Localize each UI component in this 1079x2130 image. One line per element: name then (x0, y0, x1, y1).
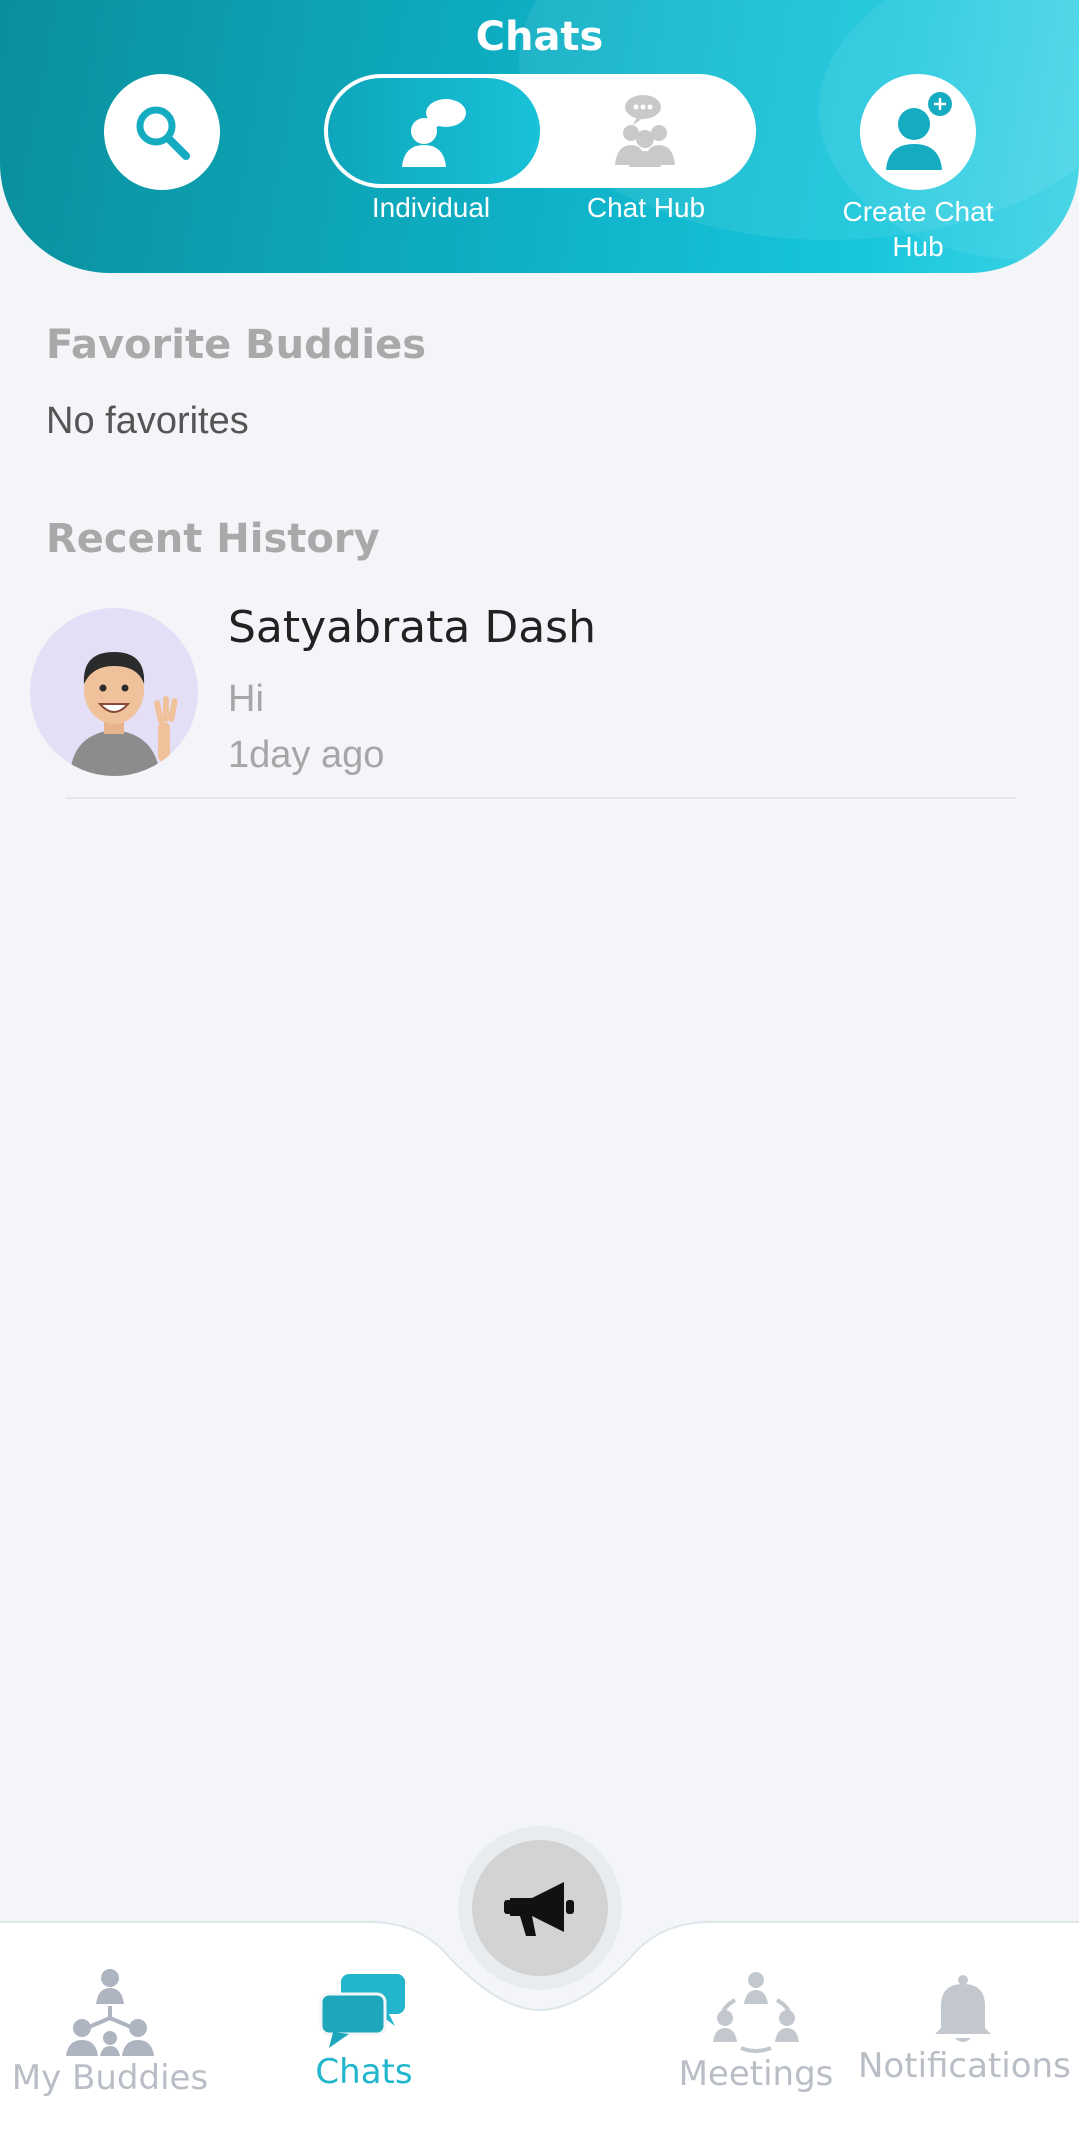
buddies-network-icon (66, 1969, 154, 2056)
chat-type-toggle (324, 74, 756, 188)
chat-last-message: Hi (228, 678, 264, 720)
add-user-icon (886, 92, 952, 170)
toggle-chat-hub-label: Chat Hub (586, 192, 706, 223)
individual-chat-icon (402, 99, 466, 167)
nav-meetings[interactable]: Meetings (676, 1970, 836, 2094)
no-favorites-text: No favorites (46, 400, 249, 442)
search-button[interactable] (104, 74, 220, 190)
chat-contact-name: Satyabrata Dash (228, 602, 596, 653)
create-chat-hub-label: Create Chat Hub (842, 196, 994, 262)
chat-bubbles-icon (319, 1974, 405, 2048)
announcement-button[interactable] (472, 1840, 608, 1976)
recent-history-title: Recent History (46, 516, 380, 562)
megaphone-icon (504, 1882, 574, 1936)
favorites-title: Favorite Buddies (46, 322, 427, 368)
chat-timestamp: 1day ago (228, 734, 385, 776)
nav-my-buddies[interactable]: My Buddies (10, 1966, 210, 2098)
nav-meetings-label: Meetings (678, 2054, 834, 2094)
toggle-chat-hub[interactable] (540, 78, 752, 184)
chat-hub-icon (615, 95, 675, 167)
toggle-individual[interactable] (328, 78, 540, 184)
create-chat-hub-button[interactable] (860, 74, 976, 190)
chat-list-item[interactable]: Satyabrata Dash Hi 1day ago (0, 600, 1079, 800)
nav-chats-label: Chats (315, 2052, 413, 2092)
nav-my-buddies-label: My Buddies (11, 2058, 209, 2098)
avatar-waving-man (70, 652, 178, 776)
toggle-individual-label: Individual (371, 192, 491, 223)
header: Chats Individual Chat Hub Create Chat Hu… (0, 0, 1079, 273)
divider (66, 797, 1016, 799)
avatar[interactable] (30, 608, 198, 776)
bell-icon (935, 1975, 991, 2042)
nav-notifications-label: Notifications (858, 2046, 1071, 2086)
nav-chats[interactable]: Chats (284, 1972, 444, 2092)
nav-notifications[interactable]: Notifications (858, 1974, 1071, 2086)
search-icon (136, 106, 190, 160)
meetings-icon (713, 1972, 799, 2053)
page-title: Chats (475, 14, 604, 60)
